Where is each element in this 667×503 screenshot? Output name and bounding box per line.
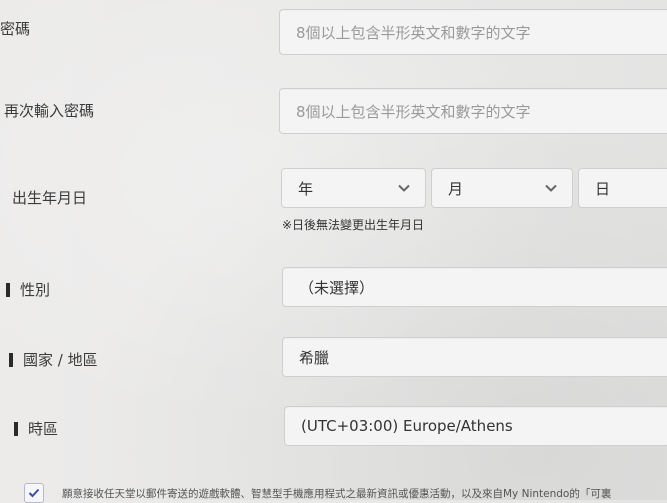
birthdate-label-text: 出生年月日 xyxy=(12,189,88,207)
birth-day-select[interactable]: 日 xyxy=(578,168,667,208)
timezone-select[interactable]: (UTC+03:00) Europe/Athens xyxy=(284,406,667,446)
checkmark-icon xyxy=(28,488,40,498)
birthdate-note: ※日後無法變更出生年月日 xyxy=(282,218,425,232)
timezone-label: 時區 xyxy=(14,418,58,439)
password-input[interactable]: 8個以上包含半形英文和數字的文字 xyxy=(279,9,667,55)
chevron-down-icon xyxy=(545,184,557,192)
registration-form-screen: 密碼 8個以上包含半形英文和數字的文字 再次輸入密碼 8個以上包含半形英文和數字… xyxy=(0,0,667,503)
newsletter-checkbox[interactable] xyxy=(24,483,44,503)
password-label: 密碼 xyxy=(0,18,30,39)
required-marker xyxy=(9,352,13,367)
birth-day-value: 日 xyxy=(595,179,611,198)
newsletter-consent: 願意接收任天堂以郵件寄送的遊戲軟體、智慧型手機應用程式之最新資訊或優惠活動，以及… xyxy=(24,483,611,503)
password-label-text: 密碼 xyxy=(0,20,31,38)
birth-month-select[interactable]: 月 xyxy=(431,168,573,208)
chevron-down-icon xyxy=(398,184,410,192)
country-label-text: 國家 / 地區 xyxy=(23,351,98,369)
country-label: 國家 / 地區 xyxy=(9,349,98,370)
country-value: 希臘 xyxy=(299,348,330,367)
birth-month-value: 月 xyxy=(448,179,464,198)
required-marker xyxy=(6,282,10,297)
timezone-value: (UTC+03:00) Europe/Athens xyxy=(301,417,513,435)
country-select[interactable]: 希臘 xyxy=(282,337,667,377)
birth-year-select[interactable]: 年 xyxy=(281,168,426,208)
gender-label: 性別 xyxy=(6,279,50,300)
required-marker xyxy=(14,421,18,436)
gender-label-text: 性別 xyxy=(20,281,51,299)
gender-select[interactable]: （未選擇） xyxy=(282,267,667,307)
password-confirm-label-text: 再次輸入密碼 xyxy=(4,102,95,120)
newsletter-consent-text: 願意接收任天堂以郵件寄送的遊戲軟體、智慧型手機應用程式之最新資訊或優惠活動，以及… xyxy=(62,487,612,500)
gender-value: （未選擇） xyxy=(299,278,375,297)
timezone-label-text: 時區 xyxy=(28,420,59,438)
password-confirm-placeholder: 8個以上包含半形英文和數字的文字 xyxy=(296,102,531,121)
birthdate-label: 出生年月日 xyxy=(12,187,87,208)
password-confirm-label: 再次輸入密碼 xyxy=(4,100,94,121)
password-confirm-input[interactable]: 8個以上包含半形英文和數字的文字 xyxy=(279,88,667,134)
password-placeholder: 8個以上包含半形英文和數字的文字 xyxy=(296,23,531,42)
birth-year-value: 年 xyxy=(298,179,314,198)
